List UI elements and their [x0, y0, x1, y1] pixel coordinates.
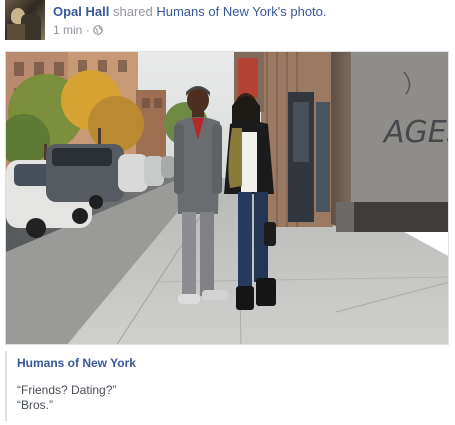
graffiti-text: AGES — [382, 115, 449, 150]
attachment-caption: Humans of New York “Friends? Dating?” “B… — [5, 351, 449, 421]
caption-text-line: “Friends? Dating?” — [17, 383, 117, 397]
author-avatar[interactable] — [5, 0, 45, 40]
shared-photo[interactable]: AGES — [5, 51, 449, 345]
post-meta: 1 min · — [53, 22, 103, 38]
timestamp-link[interactable]: 1 min — [53, 22, 82, 38]
post-header: Opal Hall shared Humans of New York's ph… — [5, 0, 450, 44]
source-page-link[interactable]: Humans of New York — [156, 4, 277, 19]
author-name-link[interactable]: Opal Hall — [53, 4, 109, 19]
meta-separator: · — [85, 23, 90, 37]
post-headline: Opal Hall shared Humans of New York's ph… — [53, 3, 327, 20]
shared-text: shared — [112, 4, 153, 19]
caption-text-line: “Bros.” — [17, 398, 53, 412]
source-suffix[interactable]: 's photo. — [278, 4, 327, 19]
globe-icon[interactable] — [92, 25, 103, 35]
caption-quote-bar — [5, 351, 7, 421]
caption-page-link[interactable]: Humans of New York — [17, 355, 136, 371]
